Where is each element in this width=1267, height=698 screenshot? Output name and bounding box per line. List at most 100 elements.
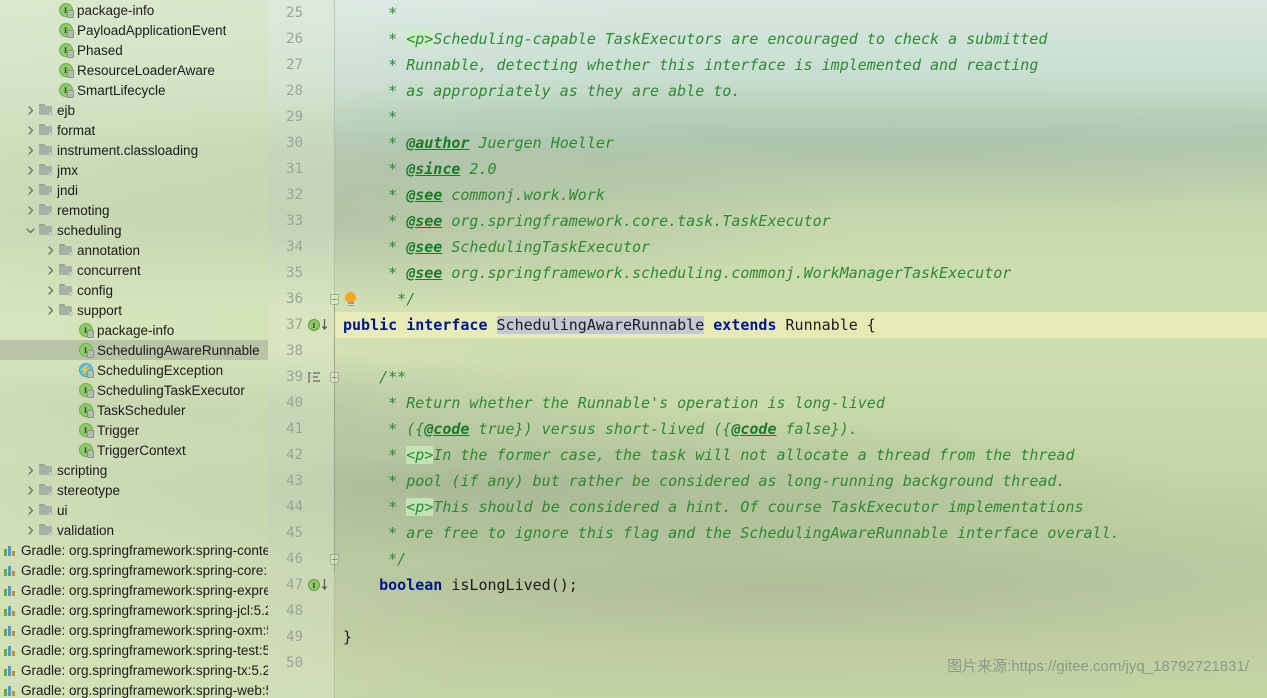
code-line[interactable]: * Return whether the Runnable's operatio… (335, 390, 1267, 416)
chevron-right-icon[interactable] (24, 140, 37, 160)
code-line[interactable] (335, 650, 1267, 676)
code-line[interactable]: /** (335, 364, 1267, 390)
editor-gutter[interactable]: 25 26 27 28 29 30 31 32 33 34 35 36 37 I 38 39 40 41 42 43 4… (268, 0, 339, 698)
library-row[interactable]: Gradle: org.springframework:spring-test:… (0, 640, 268, 660)
tree-file-row[interactable]: I SchedulingAwareRunnable (0, 340, 268, 360)
tree-folder-row[interactable]: jmx (0, 160, 268, 180)
library-row[interactable]: Gradle: org.springframework:spring-expre… (0, 580, 268, 600)
code-line[interactable]: } (335, 624, 1267, 650)
library-row[interactable]: Gradle: org.springframework:spring-conte… (0, 540, 268, 560)
tree-folder-row[interactable]: support (0, 300, 268, 320)
tree-file-row[interactable]: ⚡ SchedulingException (0, 360, 268, 380)
code-line[interactable]: * (335, 104, 1267, 130)
tree-file-row[interactable]: Ipackage-info (0, 0, 268, 20)
gutter-line[interactable]: 29 (268, 104, 334, 130)
tree-file-row[interactable]: I SmartLifecycle (0, 80, 268, 100)
chevron-right-icon[interactable] (24, 500, 37, 520)
chevron-right-icon[interactable] (44, 300, 57, 320)
code-line[interactable]: public interface SchedulingAwareRunnable… (335, 312, 1267, 338)
gutter-line[interactable]: 36 (268, 286, 339, 312)
gutter-line[interactable]: 31 (268, 156, 334, 182)
gutter-line[interactable]: 26 (268, 26, 334, 52)
gutter-line[interactable]: 27 (268, 52, 334, 78)
gutter-line[interactable]: 43 (268, 468, 334, 494)
code-line[interactable]: * @since 2.0 (335, 156, 1267, 182)
gutter-line[interactable]: 45 (268, 520, 334, 546)
tree-folder-row[interactable]: format (0, 120, 268, 140)
external-libraries-list[interactable]: Gradle: org.springframework:spring-conte… (0, 540, 268, 698)
code-line[interactable]: * @see org.springframework.scheduling.co… (335, 260, 1267, 286)
gutter-line[interactable]: 38 (268, 338, 334, 364)
gutter-line[interactable]: 40 (268, 390, 334, 416)
code-line[interactable] (335, 338, 1267, 364)
tree-file-row[interactable]: I TriggerContext (0, 440, 268, 460)
code-line[interactable]: * @author Juergen Hoeller (335, 130, 1267, 156)
gutter-line[interactable]: 46 (268, 546, 339, 572)
gutter-line[interactable]: 39 (268, 364, 339, 390)
chevron-right-icon[interactable] (44, 260, 57, 280)
gutter-line[interactable]: 30 (268, 130, 334, 156)
library-row[interactable]: Gradle: org.springframework:spring-web:5… (0, 680, 268, 698)
gutter-line[interactable]: 49 (268, 624, 334, 650)
gutter-line[interactable]: 44 (268, 494, 334, 520)
code-line[interactable]: * Runnable, detecting whether this inter… (335, 52, 1267, 78)
tree-folder-row[interactable]: remoting (0, 200, 268, 220)
chevron-down-icon[interactable] (24, 220, 37, 240)
chevron-right-icon[interactable] (24, 100, 37, 120)
tree-folder-row[interactable]: jndi (0, 180, 268, 200)
code-line[interactable]: * are free to ignore this flag and the S… (335, 520, 1267, 546)
chevron-right-icon[interactable] (24, 200, 37, 220)
code-line[interactable]: * (335, 0, 1267, 26)
chevron-right-icon[interactable] (24, 160, 37, 180)
code-line[interactable]: */ (335, 546, 1267, 572)
tree-folder-row[interactable]: stereotype (0, 480, 268, 500)
tree-folder-row[interactable]: annotation (0, 240, 268, 260)
code-line[interactable] (335, 598, 1267, 624)
chevron-right-icon[interactable] (44, 280, 57, 300)
gutter-line[interactable]: 50 (268, 650, 334, 676)
gutter-line[interactable]: 33 (268, 208, 334, 234)
tree-file-row[interactable]: Ipackage-info (0, 320, 268, 340)
gutter-line[interactable]: 34 (268, 234, 334, 260)
library-row[interactable]: Gradle: org.springframework:spring-tx:5.… (0, 660, 268, 680)
library-row[interactable]: Gradle: org.springframework:spring-oxm:5 (0, 620, 268, 640)
javadoc-gutter-icon[interactable] (308, 364, 320, 390)
gutter-line[interactable]: 25 (268, 0, 334, 26)
chevron-right-icon[interactable] (24, 460, 37, 480)
chevron-right-icon[interactable] (24, 480, 37, 500)
code-line[interactable]: */ (335, 286, 1267, 312)
code-line[interactable]: * @see SchedulingTaskExecutor (335, 234, 1267, 260)
code-line[interactable]: * as appropriately as they are able to. (335, 78, 1267, 104)
gutter-line[interactable]: 32 (268, 182, 334, 208)
chevron-right-icon[interactable] (24, 520, 37, 540)
chevron-right-icon[interactable] (24, 180, 37, 200)
tree-folder-row[interactable]: config (0, 280, 268, 300)
tree-file-row[interactable]: I Trigger (0, 420, 268, 440)
chevron-right-icon[interactable] (44, 240, 57, 260)
tree-file-row[interactable]: I PayloadApplicationEvent (0, 20, 268, 40)
gutter-line[interactable]: 47 I (268, 572, 334, 598)
gutter-line[interactable]: 35 (268, 260, 334, 286)
gutter-line[interactable]: 28 (268, 78, 334, 104)
chevron-right-icon[interactable] (24, 120, 37, 140)
implementations-gutter-icon[interactable]: I (308, 312, 330, 338)
tree-folder-row[interactable]: validation (0, 520, 268, 540)
gutter-line[interactable]: 42 (268, 442, 334, 468)
library-row[interactable]: Gradle: org.springframework:spring-jcl:5… (0, 600, 268, 620)
tree-file-row[interactable]: I TaskScheduler (0, 400, 268, 420)
implementations-gutter-icon[interactable]: I (308, 572, 330, 598)
tree-folder-row[interactable]: ejb (0, 100, 268, 120)
tree-folder-row[interactable]: instrument.classloading (0, 140, 268, 160)
tree-file-row[interactable]: I Phased (0, 40, 268, 60)
code-line[interactable]: * @see commonj.work.Work (335, 182, 1267, 208)
editor-code-area[interactable]: * * <p>Scheduling-capable TaskExecutors … (335, 0, 1267, 698)
code-line[interactable]: * @see org.springframework.core.task.Tas… (335, 208, 1267, 234)
gutter-line[interactable]: 37 I (268, 312, 334, 338)
tree-folder-row[interactable]: concurrent (0, 260, 268, 280)
library-row[interactable]: Gradle: org.springframework:spring-core:… (0, 560, 268, 580)
tree-file-row[interactable]: I ResourceLoaderAware (0, 60, 268, 80)
tree-folder-row[interactable]: scripting (0, 460, 268, 480)
code-line[interactable]: * ({@code true}) versus short-lived ({@c… (335, 416, 1267, 442)
code-line[interactable]: * <p>In the former case, the task will n… (335, 442, 1267, 468)
code-line[interactable]: * <p>This should be considered a hint. O… (335, 494, 1267, 520)
